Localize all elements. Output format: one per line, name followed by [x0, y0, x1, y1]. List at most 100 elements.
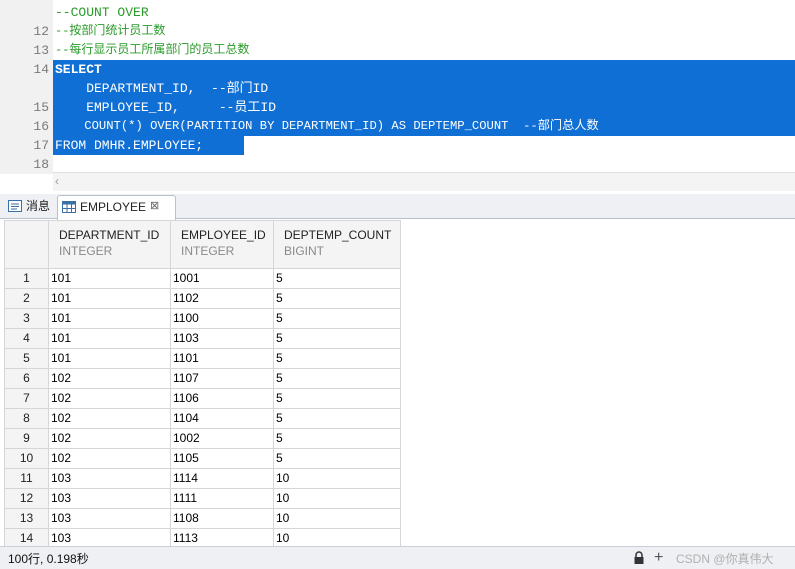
table-row[interactable]: 4 101 1103 5 — [4, 328, 401, 349]
result-grid[interactable]: DEPARTMENT_ID INTEGER EMPLOYEE_ID INTEGE… — [4, 220, 402, 546]
table-cell[interactable]: 5 — [273, 368, 401, 389]
table-cell[interactable]: 102 — [48, 388, 171, 409]
status-bar: 100行, 0.198秒 + CSDN @你真伟大 — [0, 546, 795, 569]
row-number-header[interactable] — [4, 220, 49, 269]
table-cell[interactable]: 103 — [48, 528, 171, 546]
code-line[interactable]: 13 --按部门统计员工数 — [0, 22, 795, 60]
table-cell[interactable]: 101 — [48, 268, 171, 289]
table-cell[interactable]: 101 — [48, 348, 171, 369]
table-cell[interactable]: 102 — [48, 428, 171, 449]
table-cell[interactable]: 5 — [273, 408, 401, 429]
table-cell[interactable]: 5 — [273, 288, 401, 309]
code-line-selected[interactable]: 17 EMPLOYEE_ID, --员工ID — [0, 98, 795, 155]
table-row[interactable]: 6 102 1107 5 — [4, 368, 401, 389]
table-cell[interactable]: 1108 — [170, 508, 274, 529]
table-cell[interactable]: 1002 — [170, 428, 274, 449]
column-header[interactable]: EMPLOYEE_ID INTEGER — [170, 220, 274, 269]
tab-employee-result[interactable]: EMPLOYEE ⊠ — [57, 195, 176, 220]
table-cell[interactable]: 1111 — [170, 488, 274, 509]
code-text: COUNT(*) OVER(PARTITION BY DEPARTMENT_ID… — [55, 119, 599, 133]
table-cell[interactable]: 1103 — [170, 328, 274, 349]
table-cell[interactable]: 5 — [273, 268, 401, 289]
table-row[interactable]: 14 103 1113 10 — [4, 528, 401, 546]
code-line-selected[interactable]: 18 COUNT(*) OVER(PARTITION BY DEPARTMENT… — [0, 117, 795, 174]
code-line-selected[interactable]: 19 FROM DMHR.EMPLOYEE; — [0, 136, 795, 155]
table-cell[interactable]: 1104 — [170, 408, 274, 429]
table-cell[interactable]: 101 — [48, 288, 171, 309]
row-number[interactable]: 11 — [4, 468, 49, 489]
table-cell[interactable]: 1001 — [170, 268, 274, 289]
tab-employee-label: EMPLOYEE — [80, 200, 147, 214]
row-number[interactable]: 5 — [4, 348, 49, 369]
tab-messages[interactable]: 消息 — [6, 196, 54, 217]
scroll-left-icon[interactable]: ‹ — [55, 174, 59, 188]
table-row[interactable]: 5 101 1101 5 — [4, 348, 401, 369]
code-line-selected[interactable]: 15 SELECT — [0, 60, 795, 117]
editor-horizontal-scrollbar[interactable]: ‹ — [53, 172, 795, 191]
table-cell[interactable]: 10 — [273, 528, 401, 546]
table-cell[interactable]: 10 — [273, 468, 401, 489]
code-line[interactable]: 14 --每行显示员工所属部门的员工总数 — [0, 41, 795, 79]
row-number[interactable]: 2 — [4, 288, 49, 309]
table-cell[interactable]: 5 — [273, 308, 401, 329]
table-row[interactable]: 10 102 1105 5 — [4, 448, 401, 469]
table-row[interactable]: 7 102 1106 5 — [4, 388, 401, 409]
row-number[interactable]: 13 — [4, 508, 49, 529]
table-cell[interactable]: 1114 — [170, 468, 274, 489]
table-cell[interactable]: 1106 — [170, 388, 274, 409]
row-number[interactable]: 4 — [4, 328, 49, 349]
row-number[interactable]: 12 — [4, 488, 49, 509]
column-name: DEPTEMP_COUNT — [284, 228, 392, 242]
lock-icon[interactable] — [632, 551, 646, 565]
table-row[interactable]: 13 103 1108 10 — [4, 508, 401, 529]
table-cell[interactable]: 5 — [273, 328, 401, 349]
row-number[interactable]: 6 — [4, 368, 49, 389]
table-row[interactable]: 8 102 1104 5 — [4, 408, 401, 429]
table-cell[interactable]: 103 — [48, 468, 171, 489]
table-cell[interactable]: 5 — [273, 388, 401, 409]
plus-icon[interactable]: + — [654, 549, 663, 567]
table-cell[interactable]: 1100 — [170, 308, 274, 329]
table-cell[interactable]: 101 — [48, 308, 171, 329]
code-line[interactable]: 12 --COUNT OVER — [0, 3, 795, 41]
column-header[interactable]: DEPARTMENT_ID INTEGER — [48, 220, 171, 269]
table-cell[interactable]: 1107 — [170, 368, 274, 389]
table-row[interactable]: 9 102 1002 5 — [4, 428, 401, 449]
table-cell[interactable]: 1102 — [170, 288, 274, 309]
code-line-selected[interactable]: 16 DEPARTMENT_ID, --部门ID — [0, 79, 795, 136]
table-cell[interactable]: 5 — [273, 428, 401, 449]
selection-highlight — [53, 60, 795, 79]
table-row[interactable]: 3 101 1100 5 — [4, 308, 401, 329]
result-table: DEPARTMENT_ID INTEGER EMPLOYEE_ID INTEGE… — [4, 220, 401, 546]
table-cell[interactable]: 101 — [48, 328, 171, 349]
table-cell[interactable]: 10 — [273, 488, 401, 509]
table-row[interactable]: 2 101 1102 5 — [4, 288, 401, 309]
table-cell[interactable]: 102 — [48, 448, 171, 469]
row-number[interactable]: 3 — [4, 308, 49, 329]
table-cell[interactable]: 1101 — [170, 348, 274, 369]
sql-editor[interactable]: 12 --COUNT OVER 13 --按部门统计员工数 14 --每行显示员… — [0, 0, 795, 174]
table-cell[interactable]: 103 — [48, 488, 171, 509]
row-number[interactable]: 10 — [4, 448, 49, 469]
table-cell[interactable]: 1113 — [170, 528, 274, 546]
table-cell[interactable]: 5 — [273, 448, 401, 469]
row-number[interactable]: 8 — [4, 408, 49, 429]
row-number[interactable]: 14 — [4, 528, 49, 546]
table-row[interactable]: 11 103 1114 10 — [4, 468, 401, 489]
table-cell[interactable]: 1105 — [170, 448, 274, 469]
table-cell[interactable]: 5 — [273, 348, 401, 369]
table-row[interactable]: 1 101 1001 5 — [4, 268, 401, 289]
result-tab-bar: 消息 EMPLOYEE ⊠ — [0, 194, 795, 220]
table-cell[interactable]: 102 — [48, 368, 171, 389]
code-text: EMPLOYEE_ID, --员工ID — [55, 100, 277, 115]
close-tab-icon[interactable]: ⊠ — [150, 196, 159, 217]
row-number[interactable]: 1 — [4, 268, 49, 289]
table-cell[interactable]: 103 — [48, 508, 171, 529]
row-number[interactable]: 7 — [4, 388, 49, 409]
row-number[interactable]: 9 — [4, 428, 49, 449]
table-cell[interactable]: 10 — [273, 508, 401, 529]
table-cell[interactable]: 102 — [48, 408, 171, 429]
table-row[interactable]: 12 103 1111 10 — [4, 488, 401, 509]
column-header[interactable]: DEPTEMP_COUNT BIGINT — [273, 220, 401, 269]
messages-icon — [8, 200, 22, 212]
